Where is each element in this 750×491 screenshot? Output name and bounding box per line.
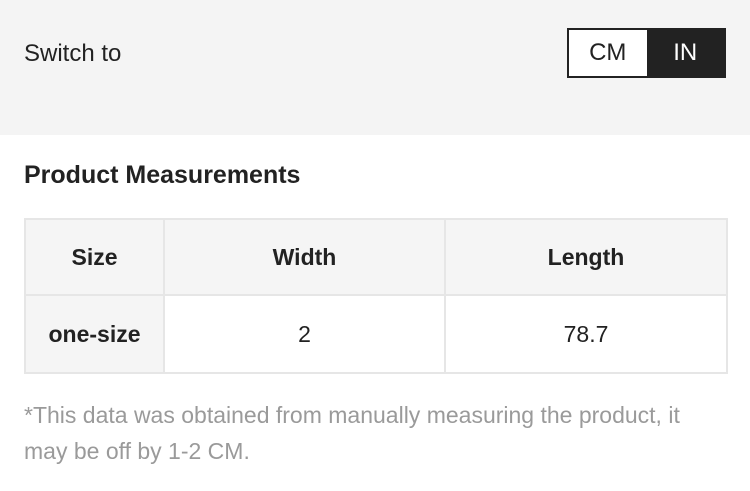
table-header-row: Size Width Length — [24, 218, 728, 296]
cell-width: 2 — [163, 294, 446, 374]
unit-in-button[interactable]: IN — [646, 30, 724, 76]
header-width: Width — [163, 218, 446, 296]
cell-length: 78.7 — [444, 294, 728, 374]
unit-toggle: CM IN — [567, 28, 726, 78]
switch-label: Switch to — [24, 40, 122, 67]
measurement-note: *This data was obtained from manually me… — [24, 402, 680, 464]
header-length: Length — [444, 218, 728, 296]
header-size: Size — [24, 218, 165, 296]
measurements-table: Size Width Length one-size 2 78.7 — [24, 218, 728, 374]
section-title: Product Measurements — [24, 161, 301, 189]
unit-cm-button[interactable]: CM — [569, 30, 647, 76]
unit-switch-bar: Switch to CM IN — [0, 0, 750, 135]
table-row: one-size 2 78.7 — [24, 294, 728, 374]
cell-size: one-size — [24, 294, 165, 374]
